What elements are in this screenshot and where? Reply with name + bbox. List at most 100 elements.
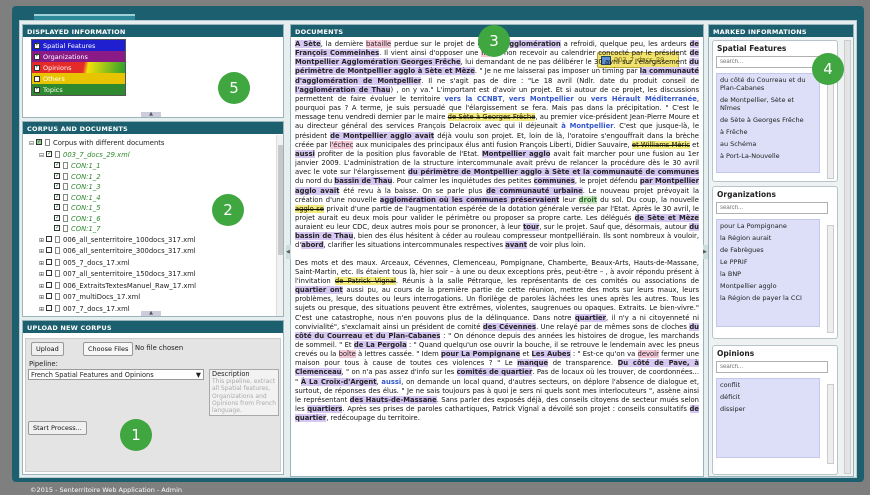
tree-doc[interactable]: ⊞ 005_7_docs_17.xml	[29, 258, 281, 270]
display-legend: Spatial Features Organizations Opinions …	[31, 39, 126, 96]
collapse-icon: ⊟	[39, 151, 45, 159]
tree-concept[interactable]: CON:1_3	[29, 182, 281, 193]
concept-label: CON:1_4	[71, 193, 101, 202]
legend-label: Organizations	[43, 52, 88, 61]
legend-others[interactable]: Others	[32, 73, 125, 84]
checkbox-icon[interactable]	[54, 182, 60, 192]
tree-root[interactable]: ⊟ Corpus with different documents	[29, 138, 281, 150]
list-scrollbar[interactable]	[827, 79, 834, 179]
list-item[interactable]: pour La Pompignane	[717, 220, 819, 232]
list-item[interactable]: de Sète à Georges Frêche	[717, 114, 819, 126]
collapse-left-icon[interactable]: ◀	[286, 245, 291, 259]
document-icon	[63, 193, 68, 201]
file-status: No file chosen	[135, 344, 184, 352]
marker-2: 2	[212, 194, 244, 226]
checkbox-icon[interactable]	[46, 258, 52, 265]
checkbox-icon[interactable]	[54, 193, 60, 202]
checkbox-icon[interactable]	[46, 235, 52, 242]
tree-concept[interactable]: CON:1_6	[29, 214, 281, 225]
collapse-handle-icon[interactable]: ▲	[141, 112, 161, 117]
list-item[interactable]: conflit	[717, 379, 819, 391]
corpus-scrollbar[interactable]	[276, 135, 283, 316]
tree-selected-doc[interactable]: ⊟ 003_7_docs_29.xml	[29, 150, 281, 162]
checkbox-icon[interactable]	[46, 281, 52, 288]
tree-concept[interactable]: CON:1_7	[29, 224, 281, 235]
tree-doc-label: 006_ExtraitsTextesManuel_Raw_17.xml	[63, 281, 197, 290]
collapse-handle-icon[interactable]: ▲	[141, 311, 161, 316]
list-item[interactable]: de Fabrègues	[717, 244, 819, 256]
checkbox-icon[interactable]	[54, 172, 60, 181]
tree-concept[interactable]: CON:1_4	[29, 193, 281, 204]
pipeline-select[interactable]: French Spatial Features and Opinions ▼	[28, 369, 204, 380]
concept-label: CON:1_5	[71, 204, 101, 212]
dropdown-arrow-icon[interactable]: ▼	[196, 371, 201, 379]
concept-label: CON:1_6	[71, 214, 101, 223]
tree-doc[interactable]: ⊞ 007_multiDocs_17.xml	[29, 292, 281, 304]
checkbox-icon[interactable]	[34, 75, 40, 82]
checkbox-icon[interactable]	[34, 41, 40, 49]
tree-doc[interactable]: ⊞ 007_all_senterritoire_150docs_317.xml	[29, 269, 281, 281]
document-icon	[55, 235, 60, 243]
legend-organizations[interactable]: Organizations	[32, 51, 125, 62]
list-scrollbar[interactable]	[827, 384, 834, 464]
checkbox-icon[interactable]	[54, 214, 60, 223]
list-item[interactable]: Le PPRIF	[717, 256, 819, 268]
upload-corpus-panel: UPLOAD NEW CORPUS Upload Choose Files No…	[22, 320, 284, 475]
tree-doc[interactable]: ⊞ 006_all_senterritoire_100docs_317.xml	[29, 235, 281, 247]
checkbox-icon[interactable]	[54, 203, 60, 213]
checkbox-icon[interactable]	[54, 224, 60, 234]
tree-concept[interactable]: CON:1_2	[29, 172, 281, 183]
tree-doc[interactable]: ⊞ 006_all_senterritoire_300docs_317.xml	[29, 246, 281, 258]
document-icon	[63, 183, 68, 190]
opinions-list: conflit déficit dissiper	[716, 378, 820, 458]
checkbox-icon[interactable]	[34, 63, 40, 71]
tree-doc-label: 007_all_senterritoire_150docs_317.xml	[63, 270, 196, 278]
checkbox-icon[interactable]	[34, 85, 40, 93]
organizations-search-input[interactable]	[716, 202, 828, 214]
folder-icon	[45, 139, 50, 146]
tree-doc-label: 007_multiDocs_17.xml	[63, 293, 141, 301]
corpus-tree: ⊟ Corpus with different documents ⊟ 003_7_…	[29, 138, 281, 315]
list-item[interactable]: Montpellier agglo	[717, 280, 819, 292]
list-item[interactable]: au Schéma	[717, 138, 819, 150]
legend-label: Others	[43, 74, 65, 83]
list-item[interactable]: la Région de payer la CCI	[717, 292, 819, 304]
tree-concept[interactable]: CON:1_1	[29, 161, 281, 172]
document-icon	[63, 225, 68, 232]
tree-doc[interactable]: ⊞ 006_ExtraitsTextesManuel_Raw_17.xml	[29, 281, 281, 293]
checkbox-icon[interactable]	[34, 52, 40, 60]
upload-button[interactable]: Upload	[31, 342, 64, 356]
list-item[interactable]: du côté du Courreau et du Plan-Cabanes	[717, 74, 819, 94]
list-item[interactable]: à Frêche	[717, 126, 819, 138]
list-item[interactable]: de Montpellier, Sète et Nîmes	[717, 94, 819, 114]
document-icon	[63, 172, 68, 180]
marker-5: 5	[218, 72, 250, 104]
checkbox-icon[interactable]	[54, 161, 60, 171]
start-process-button[interactable]: Start Process...	[28, 421, 87, 435]
scroll-thumb[interactable]	[278, 145, 283, 255]
checkbox-icon[interactable]	[46, 150, 52, 159]
checkbox-icon[interactable]	[46, 247, 52, 253]
checkbox-icon[interactable]	[46, 293, 52, 299]
legend-label: Opinions	[43, 63, 72, 72]
panel-scrollbar[interactable]	[844, 40, 851, 474]
list-item[interactable]: la Région aurait	[717, 232, 819, 244]
marked-informations-title: MARKED INFORMATIONS	[709, 25, 853, 37]
list-item[interactable]: à Port-La-Nouvelle	[717, 150, 819, 162]
checkbox-icon[interactable]	[46, 270, 52, 276]
legend-spatial-features[interactable]: Spatial Features	[32, 40, 125, 51]
checkbox-icon[interactable]	[36, 138, 42, 148]
legend-opinions[interactable]: Opinions	[32, 62, 125, 73]
list-item[interactable]: dissiper	[717, 403, 819, 415]
footer-text: ©2015 - Senterritoire Web Application - …	[30, 486, 183, 494]
list-item[interactable]: déficit	[717, 391, 819, 403]
document-icon	[55, 150, 60, 158]
legend-label: Spatial Features	[43, 41, 96, 50]
list-item[interactable]: la BNP	[717, 268, 819, 280]
list-scrollbar[interactable]	[827, 225, 834, 333]
document-paragraph: À Sète, la dernière bataille perdue sur …	[295, 40, 699, 250]
opinions-search-input[interactable]	[716, 361, 828, 373]
legend-topics[interactable]: Topics	[32, 84, 125, 95]
choose-files-button[interactable]: Choose Files	[83, 342, 134, 356]
checkbox-icon[interactable]	[46, 304, 52, 311]
